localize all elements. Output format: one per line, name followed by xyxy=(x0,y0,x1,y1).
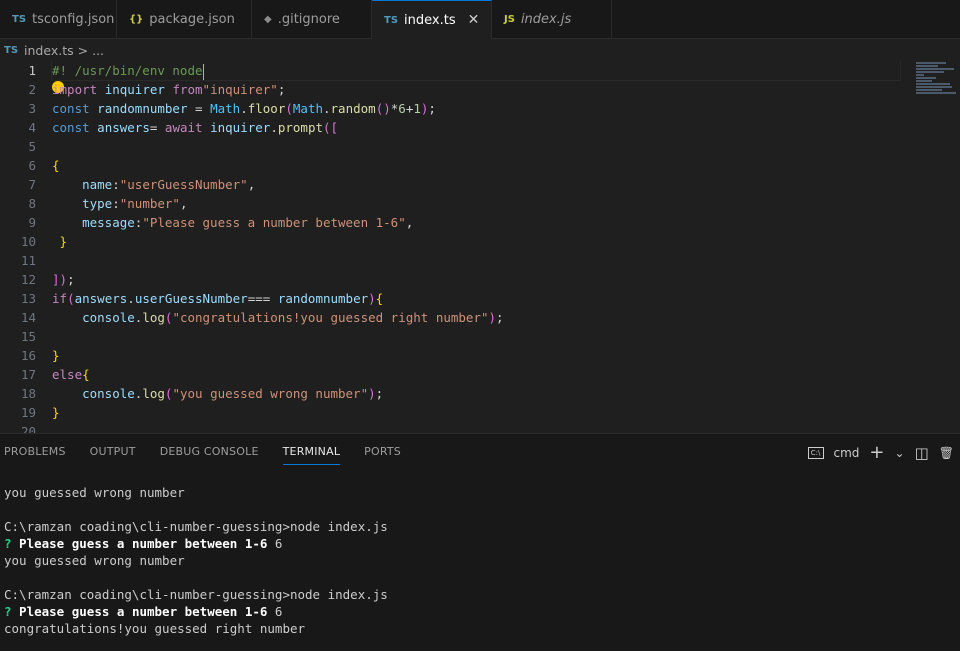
line-number[interactable]: 18 xyxy=(0,384,36,403)
code-line[interactable] xyxy=(52,422,900,433)
code-line[interactable]: } xyxy=(52,232,900,251)
breadcrumb: TS index.ts > ... xyxy=(0,39,960,61)
tab-output[interactable]: OUTPUT xyxy=(90,434,136,470)
typescript-file-icon: TS xyxy=(4,44,19,56)
breadcrumb-more[interactable]: ... xyxy=(92,43,104,58)
code-line[interactable]: type:"number", xyxy=(52,194,900,213)
line-number[interactable]: 3 xyxy=(0,99,36,118)
terminal-line: congratulations!you guessed right number xyxy=(4,621,306,636)
terminal-line: C:\ramzan coading\cli-number-guessing>no… xyxy=(4,587,388,602)
terminal-output[interactable]: you guessed wrong number C:\ramzan coadin… xyxy=(0,470,960,637)
editor-tab-bar: TS tsconfig.json {} package.json ◆ .giti… xyxy=(0,0,960,39)
panel-actions: C:\ cmd + ⌄ ◫ 🗑 xyxy=(807,442,954,463)
terminal-line: ? Please guess a number between 1-6 6 xyxy=(4,604,283,619)
code-line[interactable]: const randomnumber = Math.floor(Math.ran… xyxy=(52,99,900,118)
line-number[interactable]: 20 xyxy=(0,422,36,433)
tab-package-json[interactable]: {} package.json xyxy=(117,0,252,39)
code-line[interactable]: if(answers.userGuessNumber=== randomnumb… xyxy=(52,289,900,308)
code-line[interactable]: name:"userGuessNumber", xyxy=(52,175,900,194)
breadcrumb-file[interactable]: index.ts xyxy=(24,43,74,58)
code-line[interactable]: console.log("congratulations!you guessed… xyxy=(52,308,900,327)
line-number[interactable]: 11 xyxy=(0,251,36,270)
line-number[interactable]: 6 xyxy=(0,156,36,175)
tab-label: package.json xyxy=(149,12,235,27)
line-number[interactable]: 5 xyxy=(0,137,36,156)
tab-label: index.ts xyxy=(404,12,456,28)
tab-tsconfig[interactable]: TS tsconfig.json xyxy=(0,0,117,39)
code-line[interactable]: import inquirer from"inquirer"; xyxy=(52,80,900,99)
tab-label: tsconfig.json xyxy=(32,12,115,27)
code-line[interactable] xyxy=(52,251,900,270)
code-line[interactable]: const answers= await inquirer.prompt([ xyxy=(52,118,900,137)
git-file-icon: ◆ xyxy=(264,14,272,25)
code-line[interactable] xyxy=(52,327,900,346)
line-number[interactable]: 15 xyxy=(0,327,36,346)
close-icon[interactable]: ✕ xyxy=(468,12,480,28)
code-line[interactable]: console.log("you guessed wrong number"); xyxy=(52,384,900,403)
line-number[interactable]: 7 xyxy=(0,175,36,194)
terminal-line: you guessed wrong number xyxy=(4,485,185,500)
code-line[interactable]: { xyxy=(52,156,900,175)
line-number[interactable]: 2 xyxy=(0,80,36,99)
line-number[interactable]: 17 xyxy=(0,365,36,384)
tab-terminal[interactable]: TERMINAL xyxy=(282,439,341,465)
code-line[interactable]: } xyxy=(52,346,900,365)
terminal-line: C:\ramzan coading\cli-number-guessing>no… xyxy=(4,519,388,534)
code-line[interactable]: message:"Please guess a number between 1… xyxy=(52,213,900,232)
line-number[interactable]: 14 xyxy=(0,308,36,327)
code-line[interactable]: } xyxy=(52,403,900,422)
line-number[interactable]: 19 xyxy=(0,403,36,422)
terminal-line: you guessed wrong number xyxy=(4,553,185,568)
tab-index-js[interactable]: JS index.js xyxy=(492,0,612,39)
code-area[interactable]: #! /usr/bin/env node import inquirer from… xyxy=(51,61,901,433)
tab-label: .gitignore xyxy=(277,12,340,27)
split-terminal-icon[interactable]: ◫ xyxy=(915,444,929,462)
tab-gitignore[interactable]: ◆ .gitignore xyxy=(252,0,372,39)
code-editor[interactable]: 1 2 3 4 5 6 7 8 9 10 11 12 13 14 15 16 17 18 19 20 #! /usr/… xyxy=(0,61,960,433)
line-number[interactable]: 9 xyxy=(0,213,36,232)
tab-debug-console[interactable]: DEBUG CONSOLE xyxy=(160,434,259,470)
line-number-gutter: 1 2 3 4 5 6 7 8 9 10 11 12 13 14 15 16 17 18 19 20 xyxy=(0,61,36,433)
minimap[interactable] xyxy=(916,61,958,121)
json-file-icon: {} xyxy=(129,14,144,25)
code-line[interactable]: #! /usr/bin/env node xyxy=(51,61,901,81)
line-number[interactable]: 16 xyxy=(0,346,36,365)
code-line[interactable]: ]); xyxy=(52,270,900,289)
text-cursor xyxy=(202,63,204,80)
line-number[interactable]: 13 xyxy=(0,289,36,308)
terminal-icon: C:\ xyxy=(807,446,824,459)
code-line[interactable] xyxy=(52,137,900,156)
add-terminal-icon[interactable]: + xyxy=(869,442,884,463)
tab-index-ts[interactable]: TS index.ts ✕ xyxy=(372,0,492,39)
terminal-line: ? Please guess a number between 1-6 6 xyxy=(4,536,283,551)
chevron-right-icon: > xyxy=(77,42,89,58)
line-number[interactable]: 8 xyxy=(0,194,36,213)
tab-label: index.js xyxy=(520,12,572,27)
typescript-file-icon: TS xyxy=(12,14,27,25)
line-number[interactable]: 12 xyxy=(0,270,36,289)
tab-ports[interactable]: PORTS xyxy=(364,434,401,470)
chevron-down-icon[interactable]: ⌄ xyxy=(895,446,905,460)
line-number[interactable]: 1 xyxy=(0,61,36,80)
line-number[interactable]: 10 xyxy=(0,232,36,251)
typescript-file-icon: TS xyxy=(384,14,399,26)
tab-problems[interactable]: PROBLEMS xyxy=(4,434,66,470)
terminal-name[interactable]: cmd xyxy=(834,446,860,460)
line-number[interactable]: 4 xyxy=(0,118,36,137)
bottom-panel: PROBLEMS OUTPUT DEBUG CONSOLE TERMINAL P… xyxy=(0,433,960,651)
trash-icon[interactable]: 🗑 xyxy=(939,446,954,460)
code-line[interactable]: else{ xyxy=(52,365,900,384)
javascript-file-icon: JS xyxy=(504,14,515,25)
